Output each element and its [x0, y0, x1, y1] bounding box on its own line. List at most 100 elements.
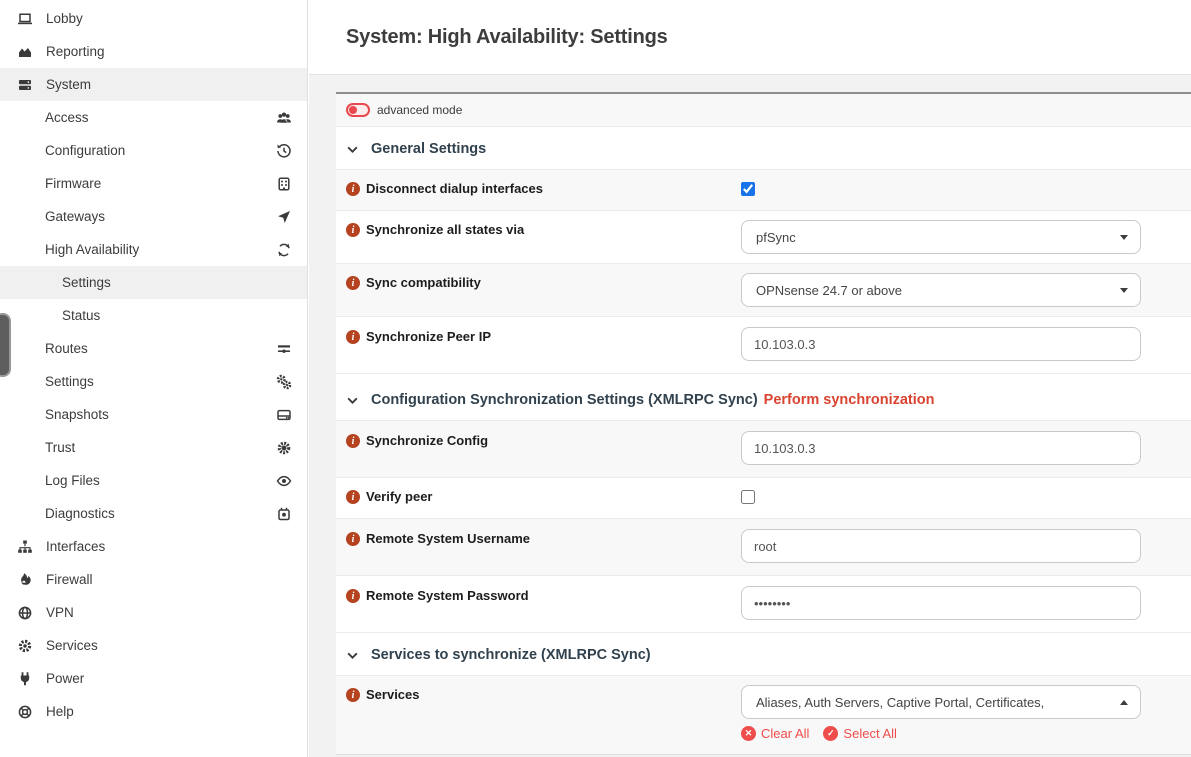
- sidebar-item-firewall[interactable]: Firewall: [0, 563, 307, 596]
- sync-icon: [276, 242, 292, 258]
- field-services: i Services Aliases, Auth Servers, Captiv…: [336, 675, 1191, 754]
- sidebar-item-snapshots[interactable]: Snapshots: [0, 398, 307, 431]
- perform-synchronization-link[interactable]: Perform synchronization: [764, 392, 935, 408]
- main-area: System: High Availability: Settings adva…: [309, 0, 1191, 757]
- section-general-settings: General Settings: [336, 126, 1191, 169]
- field-remote-password: i Remote System Password: [336, 575, 1191, 632]
- sidebar-item-diagnostics[interactable]: Diagnostics: [0, 497, 307, 530]
- sync-config-input[interactable]: [741, 431, 1141, 465]
- sidebar-item-lobby[interactable]: Lobby: [0, 2, 307, 35]
- gear-icon: [16, 638, 33, 654]
- sidebar-item-label: Power: [46, 671, 84, 686]
- caret-up-icon: [1120, 700, 1128, 705]
- fire-icon: [16, 572, 33, 588]
- info-icon[interactable]: i: [346, 276, 360, 290]
- sidebar-item-access[interactable]: Access: [0, 101, 307, 134]
- info-icon[interactable]: i: [346, 490, 360, 504]
- chevron-down-icon[interactable]: [346, 649, 359, 662]
- field-label: Disconnect dialup interfaces: [366, 181, 543, 196]
- remote-username-input[interactable]: [741, 529, 1141, 563]
- sidebar-item-trust[interactable]: Trust: [0, 431, 307, 464]
- info-icon[interactable]: i: [346, 532, 360, 546]
- remote-password-input[interactable]: [741, 586, 1141, 620]
- sidebar-item-reporting[interactable]: Reporting: [0, 35, 307, 68]
- section-config-sync: Configuration Synchronization Settings (…: [336, 373, 1191, 420]
- info-icon[interactable]: i: [346, 223, 360, 237]
- sidebar-item-label: System: [46, 77, 91, 92]
- sidebar-item-firmware[interactable]: Firmware: [0, 167, 307, 200]
- sidebar-item-label: Configuration: [45, 143, 125, 158]
- select-all-button[interactable]: ✓ Select All: [823, 726, 896, 741]
- sitemap-icon: [16, 539, 33, 555]
- sync-states-via-select[interactable]: pfSync: [741, 220, 1141, 254]
- chevron-down-icon[interactable]: [346, 394, 359, 407]
- chevron-down-icon[interactable]: [346, 143, 359, 156]
- sidebar-item-configuration[interactable]: Configuration: [0, 134, 307, 167]
- field-label: Sync compatibility: [366, 275, 481, 290]
- info-icon[interactable]: i: [346, 688, 360, 702]
- content-area: advanced mode General Settings i Disconn…: [309, 75, 1191, 757]
- sidebar-item-power[interactable]: Power: [0, 662, 307, 695]
- sync-peer-ip-input[interactable]: [741, 327, 1141, 361]
- field-label: Remote System Username: [366, 531, 530, 546]
- section-services-sync: Services to synchronize (XMLRPC Sync): [336, 632, 1191, 675]
- clear-all-x-icon: ✕: [741, 726, 756, 741]
- sidebar-item-log-files[interactable]: Log Files: [0, 464, 307, 497]
- field-label: Remote System Password: [366, 588, 529, 603]
- sidebar-item-ha-status[interactable]: Status: [0, 299, 307, 332]
- field-label: Synchronize Peer IP: [366, 329, 491, 344]
- sidebar-item-vpn[interactable]: VPN: [0, 596, 307, 629]
- sidebar-item-high-availability[interactable]: High Availability: [0, 233, 307, 266]
- field-sync-config: i Synchronize Config: [336, 420, 1191, 477]
- sidebar-item-gateways[interactable]: Gateways: [0, 200, 307, 233]
- plug-icon: [16, 671, 33, 687]
- eye-icon: [276, 473, 292, 489]
- section-title: General Settings: [371, 141, 486, 157]
- advanced-mode-toggle-icon[interactable]: [346, 103, 370, 117]
- server-icon: [16, 77, 33, 93]
- field-label: Synchronize all states via: [366, 222, 524, 237]
- sidebar-item-label: Interfaces: [46, 539, 105, 554]
- sidebar-item-label: Status: [62, 308, 100, 323]
- info-icon[interactable]: i: [346, 434, 360, 448]
- sidebar-item-routes[interactable]: Routes: [0, 332, 307, 365]
- sidebar-item-label: Help: [46, 704, 74, 719]
- sidebar-item-label: Access: [45, 110, 89, 125]
- sidebar-item-label: VPN: [46, 605, 74, 620]
- services-multiselect[interactable]: Aliases, Auth Servers, Captive Portal, C…: [741, 685, 1141, 719]
- sidebar-item-system[interactable]: System: [0, 68, 307, 101]
- section-title: Configuration Synchronization Settings (…: [371, 392, 758, 408]
- sliders-icon: [276, 341, 292, 357]
- drawer-handle[interactable]: [0, 313, 11, 377]
- globe-icon: [16, 605, 33, 621]
- sidebar-item-label: Firewall: [46, 572, 93, 587]
- advanced-mode-label[interactable]: advanced mode: [377, 103, 462, 117]
- laptop-icon: [16, 11, 33, 27]
- sidebar-item-services[interactable]: Services: [0, 629, 307, 662]
- field-label: Synchronize Config: [366, 433, 488, 448]
- field-verify-peer: i Verify peer: [336, 477, 1191, 518]
- info-icon[interactable]: i: [346, 182, 360, 196]
- certificate-icon: [276, 440, 292, 456]
- verify-peer-checkbox[interactable]: [741, 490, 755, 504]
- field-sync-peer-ip: i Synchronize Peer IP: [336, 316, 1191, 373]
- field-sync-states-via: i Synchronize all states via pfSync: [336, 210, 1191, 263]
- history-icon: [276, 143, 292, 159]
- info-icon[interactable]: i: [346, 330, 360, 344]
- sidebar-item-ha-settings[interactable]: Settings: [0, 266, 307, 299]
- field-disconnect-dialup: i Disconnect dialup interfaces: [336, 169, 1191, 210]
- location-arrow-icon: [276, 209, 292, 225]
- sidebar: Lobby Reporting System Access Configurat…: [0, 0, 308, 757]
- sidebar-item-interfaces[interactable]: Interfaces: [0, 530, 307, 563]
- gears-icon: [276, 374, 292, 390]
- disconnect-dialup-checkbox[interactable]: [741, 182, 755, 196]
- sidebar-item-label: Services: [46, 638, 98, 653]
- field-remote-username: i Remote System Username: [336, 518, 1191, 575]
- sidebar-item-label: Snapshots: [45, 407, 109, 422]
- clear-all-button[interactable]: ✕ Clear All: [741, 726, 809, 741]
- sidebar-item-settings[interactable]: Settings: [0, 365, 307, 398]
- info-icon[interactable]: i: [346, 589, 360, 603]
- sidebar-item-help[interactable]: Help: [0, 695, 307, 728]
- sync-compatibility-select[interactable]: OPNsense 24.7 or above: [741, 273, 1141, 307]
- select-all-check-icon: ✓: [823, 726, 838, 741]
